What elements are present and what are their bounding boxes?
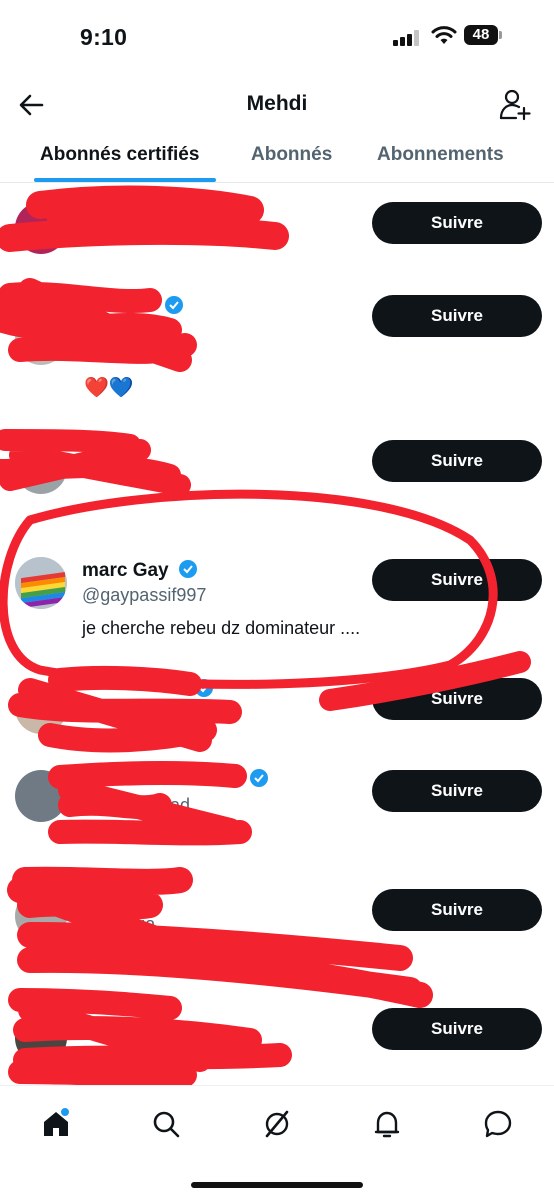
status-bar: 9:10 48 bbox=[0, 0, 554, 80]
avatar[interactable] bbox=[15, 1012, 67, 1064]
grok-icon[interactable] bbox=[261, 1108, 293, 1140]
avatar[interactable] bbox=[15, 202, 67, 254]
user-name-text: M bbox=[224, 769, 240, 790]
verified-badge-icon bbox=[194, 678, 214, 698]
tab-bar: Abonnés certifiés Abonnés Abonnements bbox=[0, 132, 554, 183]
tab-following[interactable]: Abonnements bbox=[377, 144, 504, 166]
page-title: Mehdi bbox=[246, 92, 308, 115]
battery-icon: 48 bbox=[464, 25, 502, 45]
user-handle: ave bbox=[172, 1035, 202, 1055]
follow-button[interactable]: Suivre bbox=[372, 559, 542, 601]
avatar[interactable] bbox=[15, 442, 67, 494]
list-item[interactable]: Suivre bbox=[0, 420, 554, 540]
verified-badge-icon bbox=[230, 200, 250, 220]
user-bio: French hot cre bbox=[84, 946, 201, 966]
user-handle: Bad bbox=[158, 795, 191, 815]
avatar[interactable] bbox=[15, 770, 67, 822]
header: Mehdi bbox=[0, 80, 554, 132]
follow-button[interactable]: Suivre bbox=[372, 295, 542, 337]
avatar[interactable] bbox=[15, 557, 67, 609]
bottom-nav bbox=[0, 1085, 554, 1166]
status-time: 9:10 bbox=[80, 24, 128, 50]
list-item[interactable]: ❤️💙 Suivre bbox=[0, 283, 554, 418]
rainbow-flag-avatar bbox=[15, 557, 67, 609]
list-item[interactable]: ave Suivre bbox=[0, 1000, 554, 1085]
verified-badge-icon bbox=[164, 295, 184, 315]
user-name-text: marc Gay bbox=[82, 560, 169, 581]
user-handle: @gaypassif997 bbox=[82, 585, 207, 605]
avatar[interactable] bbox=[15, 313, 67, 365]
user-name: M bbox=[224, 768, 269, 791]
follow-button[interactable]: Suivre bbox=[372, 889, 542, 931]
messages-icon[interactable] bbox=[482, 1108, 514, 1140]
add-user-icon[interactable] bbox=[498, 88, 532, 122]
battery-level: 48 bbox=[472, 26, 490, 43]
follow-button[interactable]: Suivre bbox=[372, 1008, 542, 1050]
tab-followers[interactable]: Abonnés bbox=[251, 144, 332, 166]
notifications-bell-icon[interactable] bbox=[371, 1108, 403, 1140]
wifi-icon bbox=[431, 26, 457, 44]
user-handle: @xingua bbox=[84, 914, 156, 934]
follow-button[interactable]: Suivre bbox=[372, 678, 542, 720]
user-name: marc Gay bbox=[82, 559, 198, 582]
home-icon[interactable] bbox=[40, 1108, 72, 1140]
list-item[interactable]: Suivre bbox=[0, 670, 554, 760]
avatar[interactable] bbox=[15, 682, 67, 734]
verified-badge-icon bbox=[178, 559, 198, 579]
search-icon[interactable] bbox=[150, 1108, 182, 1140]
avatar[interactable] bbox=[15, 890, 67, 942]
list-item[interactable]: marc Gay @gaypassif997 je cherche rebeu … bbox=[0, 545, 554, 665]
follow-button[interactable]: Suivre bbox=[372, 202, 542, 244]
user-bio: ❤️💙 bbox=[84, 377, 134, 399]
tab-verified-followers[interactable]: Abonnés certifiés bbox=[40, 144, 199, 166]
list-item[interactable]: M Bad Suivre bbox=[0, 760, 554, 870]
active-tab-indicator bbox=[34, 178, 216, 182]
list-item[interactable]: Suivre bbox=[0, 190, 554, 280]
verified-badge-icon bbox=[249, 768, 269, 788]
follow-button[interactable]: Suivre bbox=[372, 770, 542, 812]
home-indicator[interactable] bbox=[191, 1182, 363, 1188]
list-item[interactable]: @xingua French hot cre Suivre bbox=[0, 880, 554, 990]
signal-icon bbox=[393, 30, 423, 46]
follow-button[interactable]: Suivre bbox=[372, 440, 542, 482]
user-bio: je cherche rebeu dz dominateur .... bbox=[82, 618, 361, 638]
